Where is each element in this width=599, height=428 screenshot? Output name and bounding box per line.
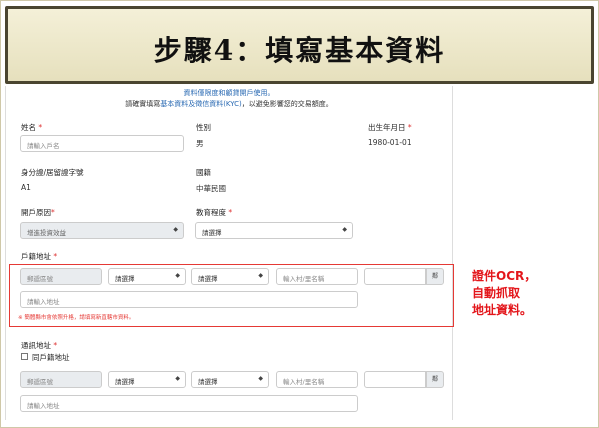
nationality-value: 中華民國: [196, 184, 226, 193]
notice-link-1[interactable]: 資料僅限度和顧貸開戶使用。: [184, 89, 275, 97]
chevron-updown-icon: ◆: [342, 226, 347, 233]
step-header: 步驟4：填寫基本資料: [5, 6, 594, 84]
id-label: 身分證/居留證字號: [21, 168, 84, 177]
step-title: 步驟4：填寫基本資料: [153, 34, 446, 67]
mailing-zip-input[interactable]: 郵遞區號: [20, 371, 102, 388]
mailing-district-select[interactable]: 請選擇 ◆: [191, 371, 269, 388]
gender-label: 性別: [196, 123, 211, 132]
same-as-household-label: 同戶籍地址: [32, 353, 70, 362]
chevron-updown-icon: ◆: [175, 375, 180, 382]
ocr-highlight-box: [9, 264, 454, 327]
notice-suffix: ，以避免影響您的交易額度。: [241, 100, 333, 108]
mailing-neighbor-input[interactable]: [364, 371, 426, 388]
education-select[interactable]: 請選擇 ◆: [195, 222, 353, 239]
mailing-address-input[interactable]: 請輸入地址: [20, 395, 358, 412]
gender-value: 男: [196, 139, 204, 148]
purpose-label: 開戶原因*: [21, 208, 55, 217]
annotation-line-2: 自動抓取: [472, 286, 521, 300]
chevron-updown-icon: ◆: [173, 226, 178, 233]
purpose-select[interactable]: 增進投資效益 ◆: [20, 222, 184, 239]
notice-line-1: 資料僅限度和顧貸開戶使用。: [6, 88, 452, 98]
ocr-annotation: 證件OCR， 自動抓取 地址資料。: [472, 268, 592, 319]
mailing-label: 通訊地址 *: [21, 341, 58, 350]
notice-line-2: 請確實填寫基本資料及徵信資料(KYC)，以避免影響您的交易額度。: [6, 99, 452, 109]
mailing-village-input[interactable]: 輸入村/里名稱: [276, 371, 358, 388]
id-value: A1: [21, 183, 31, 192]
birth-value: 1980-01-01: [368, 138, 412, 147]
nationality-label: 國籍: [196, 168, 211, 177]
same-as-household-checkbox[interactable]: [21, 353, 28, 360]
name-input[interactable]: 請輸入戶名: [20, 135, 184, 152]
birth-label: 出生年月日 *: [368, 123, 412, 132]
education-label: 教育程度 *: [196, 208, 233, 217]
annotation-line-3: 地址資料。: [472, 303, 533, 317]
chevron-updown-icon: ◆: [258, 375, 263, 382]
kyc-link[interactable]: 基本資料及徵信資料(KYC): [160, 100, 242, 108]
mailing-neighbor-addon: 鄰: [426, 371, 444, 388]
household-label: 戶籍地址 *: [21, 252, 58, 261]
form-panel: 資料僅限度和顧貸開戶使用。 請確實填寫基本資料及徵信資料(KYC)，以避免影響您…: [5, 86, 453, 420]
annotation-line-1: 證件OCR，: [472, 269, 537, 283]
mailing-city-select[interactable]: 請選擇 ◆: [108, 371, 186, 388]
name-label: 姓名 *: [21, 123, 43, 132]
notice-prefix: 請確實填寫: [125, 100, 161, 108]
